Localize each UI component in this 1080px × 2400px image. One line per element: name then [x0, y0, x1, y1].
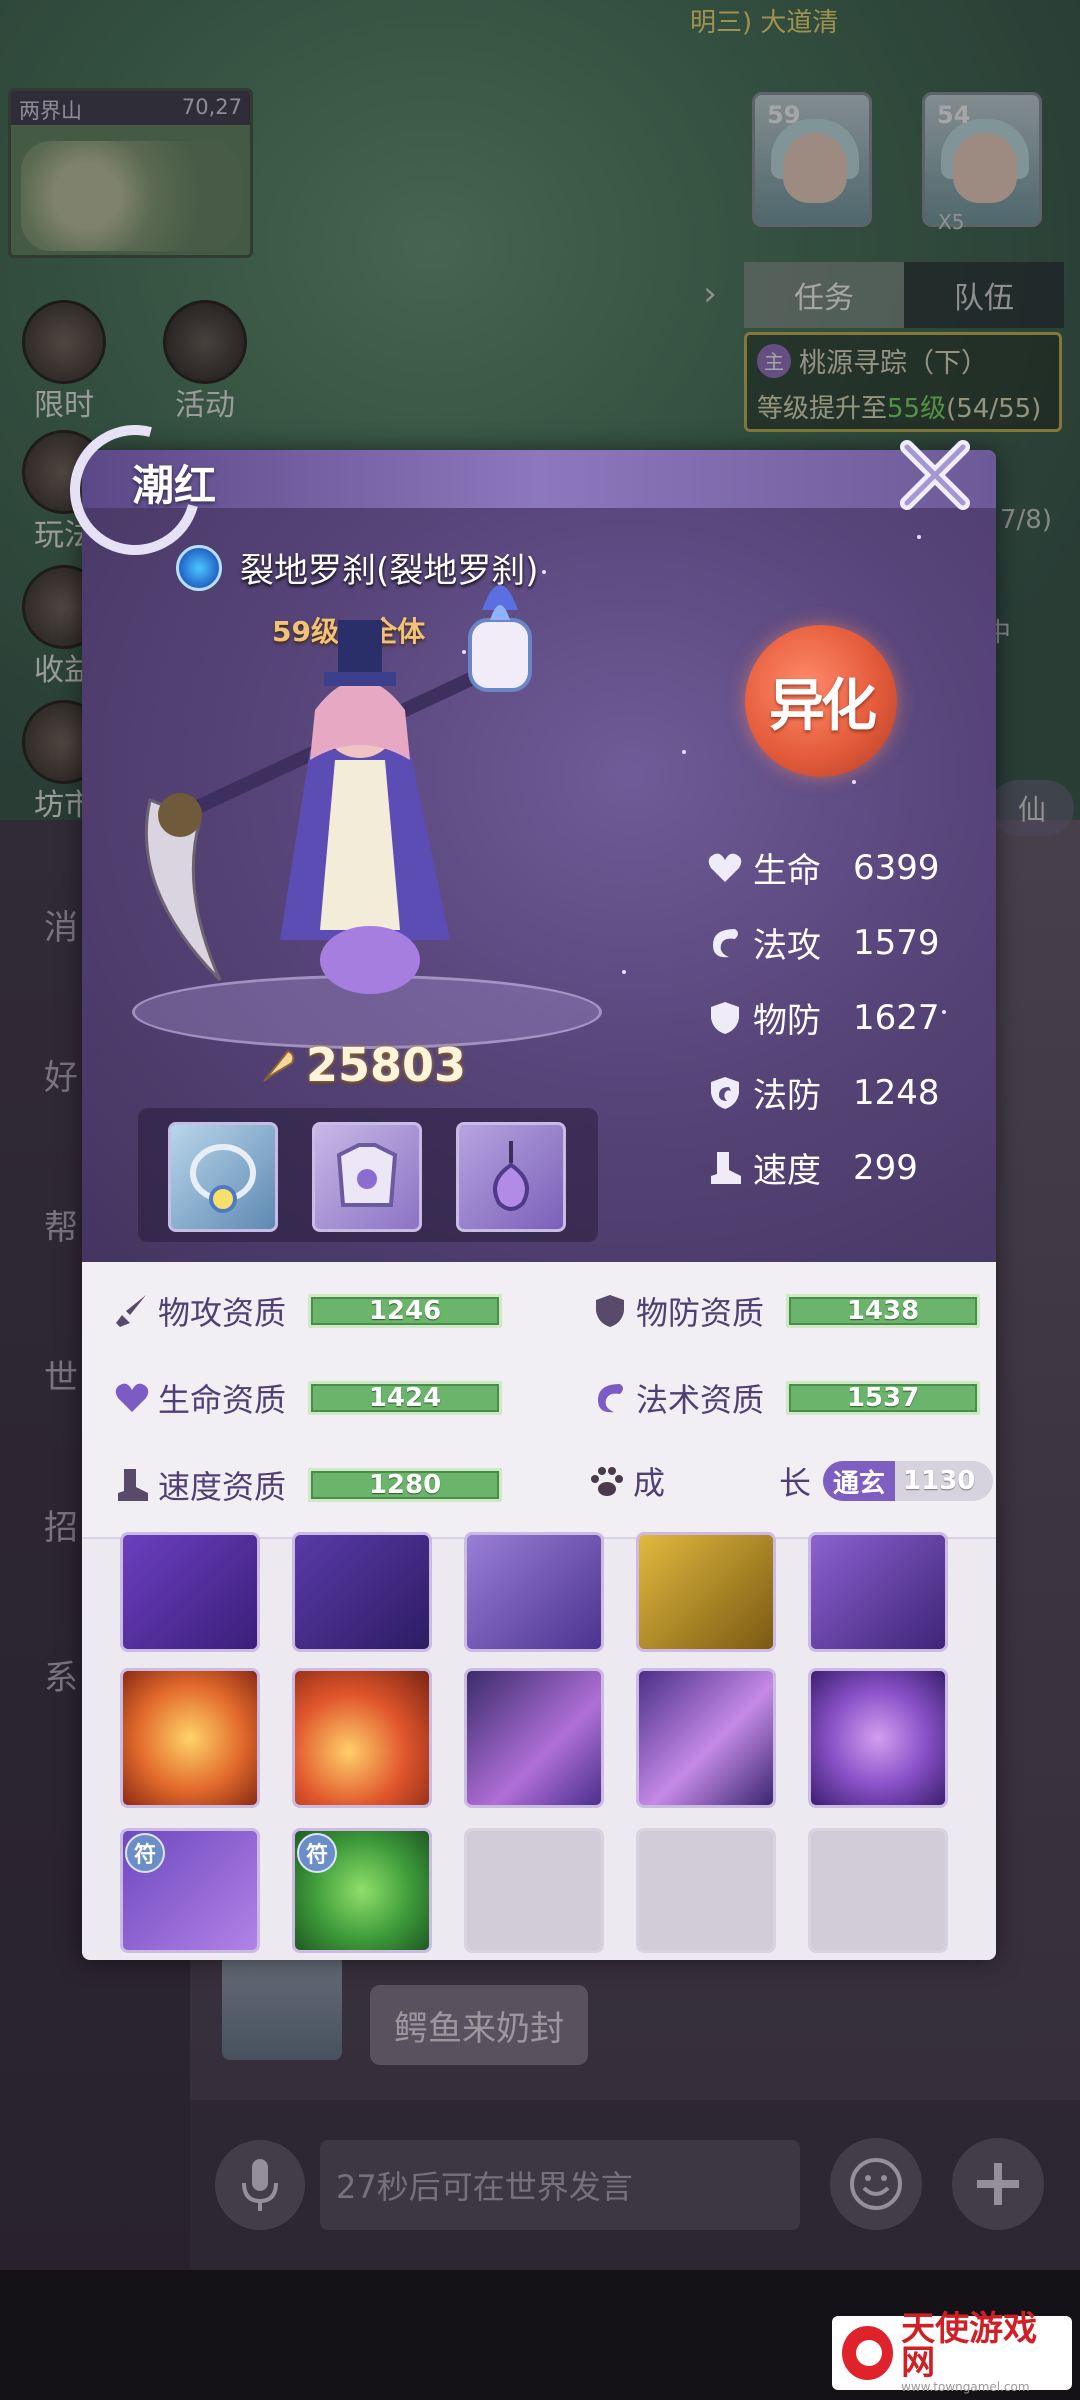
aptitude-bar: 1246 — [308, 1294, 502, 1328]
skill-slot-rune[interactable]: 符 — [120, 1828, 260, 1953]
title-strip — [82, 450, 996, 508]
variant-badge: 异化 — [745, 625, 897, 777]
shield-icon — [596, 1295, 624, 1327]
skill-slot[interactable] — [292, 1668, 432, 1808]
rune-badge: 符 — [125, 1833, 165, 1873]
skill-slot-empty[interactable] — [636, 1828, 776, 1953]
aptitude-hp: 生命资质 1424 — [112, 1375, 502, 1421]
aptitude-physical-defense: 物防资质 1438 — [590, 1288, 980, 1334]
growth-label: 成长 — [633, 1458, 823, 1504]
stat-magic-defense: 法防 1248 — [705, 1068, 965, 1117]
aptitude-magic: 法术资质 1537 — [590, 1375, 980, 1421]
stat-label: 速度 — [753, 1151, 821, 1191]
aptitude-bar: 1280 — [308, 1468, 502, 1502]
power-feather-icon — [263, 1049, 295, 1082]
aptitude-physical-attack: 物攻资质 1246 — [112, 1288, 502, 1334]
panel-title: 潮红 — [132, 461, 217, 510]
sword-icon — [116, 1295, 146, 1327]
stat-value: 6399 — [853, 847, 940, 888]
growth-label-a: 成 — [633, 1464, 666, 1502]
variant-label: 异化 — [769, 673, 877, 739]
boot-icon — [711, 1151, 741, 1184]
stat-physical-defense: 物防 1627 — [705, 993, 965, 1042]
boot-icon — [118, 1469, 148, 1501]
paw-icon — [591, 1467, 623, 1496]
skill-slot[interactable] — [464, 1532, 604, 1652]
skill-slot-rune[interactable]: 符 — [292, 1828, 432, 1953]
amulet-icon — [493, 1141, 529, 1211]
stat-magic-attack: 法攻 1579 — [705, 918, 965, 967]
watermark-url: www.towngamel.com — [901, 2380, 1030, 2394]
stat-label: 物防 — [753, 1001, 821, 1041]
skill-slot[interactable] — [808, 1668, 948, 1808]
star-decor — [622, 970, 626, 974]
stat-value: 1627 — [853, 997, 940, 1038]
equipment-slot-amulet[interactable] — [456, 1122, 566, 1232]
stat-value: 299 — [853, 1147, 918, 1188]
skill-slot[interactable] — [120, 1532, 260, 1652]
growth-rate: 成长 通玄 1130 — [587, 1458, 994, 1504]
skill-slot[interactable] — [636, 1668, 776, 1808]
skill-slot[interactable] — [808, 1532, 948, 1652]
growth-pill: 通玄 1130 — [823, 1461, 994, 1501]
heart-icon — [708, 853, 742, 882]
heart-icon — [115, 1383, 149, 1412]
watermark-text: 天使游戏网 — [901, 2309, 1038, 2383]
growth-value: 1130 — [903, 1466, 976, 1496]
skill-slot-empty[interactable] — [464, 1828, 604, 1953]
close-icon[interactable] — [895, 435, 975, 515]
star-decor — [682, 750, 686, 754]
aptitude-label: 物防资质 — [636, 1294, 765, 1332]
equipment-slot-necklace[interactable] — [168, 1122, 278, 1232]
watermark-text-block: 天使游戏网 www.towngamel.com — [901, 2312, 1062, 2394]
stat-label: 法防 — [753, 1076, 821, 1116]
shield-icon — [711, 1001, 739, 1034]
magic-attack-icon — [713, 928, 738, 957]
skill-slot[interactable] — [120, 1668, 260, 1808]
stat-label: 法攻 — [753, 926, 821, 966]
stat-hp: 生命 6399 — [705, 843, 965, 892]
watermark-logo-icon — [842, 2326, 894, 2380]
necklace-icon — [190, 1144, 256, 1213]
aptitude-bar: 1537 — [786, 1381, 980, 1415]
star-decor — [917, 535, 921, 539]
skill-slot[interactable] — [464, 1668, 604, 1808]
aptitude-label: 物攻资质 — [158, 1294, 287, 1332]
skill-slot[interactable] — [636, 1532, 776, 1652]
stat-value: 1248 — [853, 1072, 940, 1113]
equipment-slot-armor[interactable] — [312, 1122, 422, 1232]
stat-speed: 速度 299 — [705, 1143, 965, 1192]
combat-power: 25803 — [258, 1038, 466, 1092]
combat-power-value: 25803 — [306, 1038, 467, 1092]
aptitude-bar: 1438 — [786, 1294, 980, 1328]
stat-value: 1579 — [853, 922, 940, 963]
aptitude-label: 速度资质 — [158, 1468, 287, 1506]
watermark: 天使游戏网 www.towngamel.com — [832, 2312, 1072, 2394]
magic-icon — [598, 1384, 623, 1413]
star-decor — [852, 780, 856, 784]
growth-tier: 通玄 — [823, 1461, 896, 1501]
aptitude-label: 生命资质 — [158, 1381, 287, 1419]
aptitude-speed: 速度资质 1280 — [112, 1462, 502, 1508]
pet-model-figure[interactable] — [110, 560, 570, 1030]
skill-slot-empty[interactable] — [808, 1828, 948, 1953]
skill-slot[interactable] — [292, 1532, 432, 1652]
rune-badge: 符 — [297, 1833, 337, 1873]
armor-icon — [336, 1143, 398, 1207]
aptitude-bar: 1424 — [308, 1381, 502, 1415]
stat-label: 生命 — [753, 851, 821, 891]
growth-label-b: 长 — [778, 1464, 811, 1502]
aptitude-label: 法术资质 — [636, 1381, 765, 1419]
magic-shield-icon — [711, 1076, 739, 1109]
